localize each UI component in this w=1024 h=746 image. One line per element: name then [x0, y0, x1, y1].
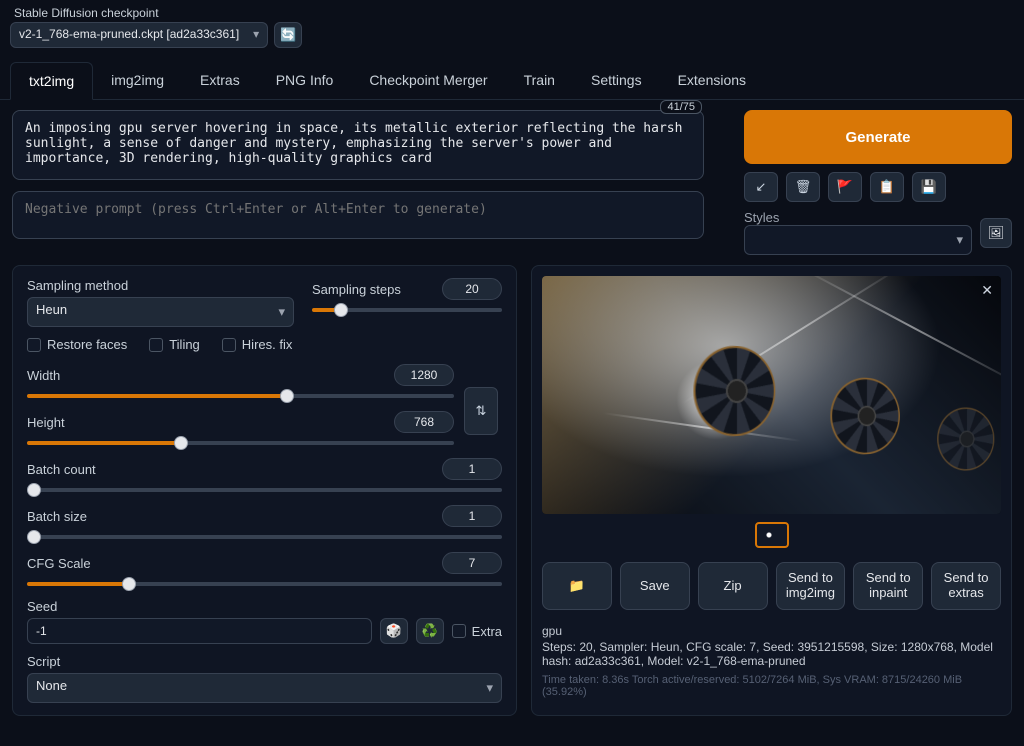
tab-extensions[interactable]: Extensions [660, 62, 764, 99]
tab-extras[interactable]: Extras [182, 62, 258, 99]
output-metadata: Steps: 20, Sampler: Heun, CFG scale: 7, … [542, 640, 1001, 668]
tab-txt2img[interactable]: txt2img [10, 62, 93, 100]
batch-size-value[interactable]: 1 [442, 505, 502, 527]
checkpoint-label: Stable Diffusion checkpoint [10, 6, 302, 20]
height-slider[interactable] [27, 441, 454, 445]
output-image[interactable]: ✕ [542, 276, 1001, 514]
styles-apply-button[interactable]: 🖼 [980, 218, 1012, 248]
tab-pnginfo[interactable]: PNG Info [258, 62, 352, 99]
height-value[interactable]: 768 [394, 411, 454, 433]
cfg-value[interactable]: 7 [442, 552, 502, 574]
arrow-icon[interactable]: ↙ [744, 172, 778, 202]
negative-prompt-input[interactable] [12, 191, 704, 239]
parameters-panel: Sampling method Heun Sampling steps 20 R… [12, 265, 517, 716]
batch-count-label: Batch count [27, 462, 96, 477]
send-extras-button[interactable]: Send to extras [931, 562, 1001, 610]
send-img2img-button[interactable]: Send to img2img [776, 562, 846, 610]
recycle-icon[interactable]: ♻️ [416, 618, 444, 644]
dice-icon[interactable]: 🎲 [380, 618, 408, 644]
trash-icon[interactable]: 🗑 [786, 172, 820, 202]
send-inpaint-button[interactable]: Send to inpaint [853, 562, 923, 610]
seed-label: Seed [27, 599, 502, 614]
sampling-method-select[interactable]: Heun [27, 297, 294, 327]
clipboard-icon[interactable]: 📋 [870, 172, 904, 202]
output-footer: Time taken: 8.36s Torch active/reserved:… [542, 674, 1001, 698]
batch-size-slider[interactable] [27, 535, 502, 539]
zip-button[interactable]: Zip [698, 562, 768, 610]
sampling-method-label: Sampling method [27, 278, 294, 293]
tab-train[interactable]: Train [506, 62, 573, 99]
seed-extra-checkbox[interactable]: Extra [452, 624, 502, 639]
tiling-checkbox[interactable]: Tiling [149, 337, 200, 352]
script-label: Script [27, 654, 502, 669]
prompt-input[interactable] [12, 110, 704, 180]
sampling-steps-slider[interactable] [312, 308, 502, 312]
output-thumbnail[interactable] [755, 522, 789, 548]
seed-input[interactable] [27, 618, 372, 644]
sampling-steps-label: Sampling steps [312, 282, 401, 297]
output-filename: gpu [542, 624, 1001, 638]
refresh-checkpoint-button[interactable]: 🔄 [274, 22, 302, 48]
styles-select[interactable] [744, 225, 972, 255]
close-icon[interactable]: ✕ [981, 282, 993, 299]
swap-dimensions-button[interactable]: ⇅ [464, 387, 498, 435]
batch-size-label: Batch size [27, 509, 87, 524]
tab-settings[interactable]: Settings [573, 62, 660, 99]
output-panel: ✕ 📁 Save Zip Send to img2img Send to inp… [531, 265, 1012, 716]
save-button[interactable]: Save [620, 562, 690, 610]
tab-img2img[interactable]: img2img [93, 62, 182, 99]
width-label: Width [27, 368, 60, 383]
main-tabs: txt2img img2img Extras PNG Info Checkpoi… [0, 62, 1024, 100]
restore-faces-checkbox[interactable]: Restore faces [27, 337, 127, 352]
width-slider[interactable] [27, 394, 454, 398]
batch-count-slider[interactable] [27, 488, 502, 492]
sampling-steps-value[interactable]: 20 [442, 278, 502, 300]
save-icon[interactable]: 💾 [912, 172, 946, 202]
generate-button[interactable]: Generate [744, 110, 1012, 164]
batch-count-value[interactable]: 1 [442, 458, 502, 480]
open-folder-button[interactable]: 📁 [542, 562, 612, 610]
cfg-slider[interactable] [27, 582, 502, 586]
tab-merger[interactable]: Checkpoint Merger [351, 62, 505, 99]
checkpoint-select[interactable]: v2-1_768-ema-pruned.ckpt [ad2a33c361] [10, 22, 268, 48]
height-label: Height [27, 415, 65, 430]
hires-fix-checkbox[interactable]: Hires. fix [222, 337, 293, 352]
styles-label: Styles [744, 210, 779, 225]
script-select[interactable]: None [27, 673, 502, 703]
token-counter: 41/75 [660, 100, 702, 114]
cfg-label: CFG Scale [27, 556, 91, 571]
width-value[interactable]: 1280 [394, 364, 454, 386]
flag-icon[interactable]: 🚩 [828, 172, 862, 202]
